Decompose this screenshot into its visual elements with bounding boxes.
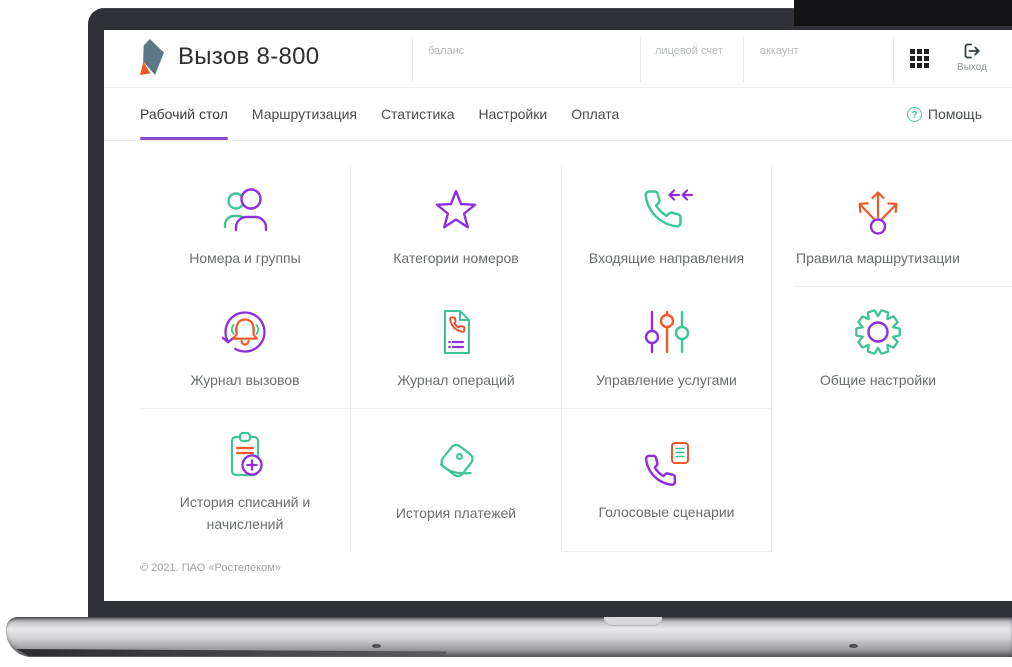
- tile-label: История списаний и начислений: [179, 493, 311, 532]
- tile-call-log[interactable]: Журнал вызовов: [140, 287, 351, 409]
- tile-operations-log[interactable]: Журнал операций: [351, 287, 562, 409]
- tile-label: Управление услугами: [596, 371, 737, 388]
- laptop-base: [6, 617, 1012, 657]
- incoming-call-icon: [643, 189, 693, 228]
- tile-label: Журнал вызовов: [190, 371, 300, 388]
- rostelecom-logo-icon: [140, 39, 166, 75]
- tile-label: Номера и группы: [189, 250, 301, 267]
- tile-routing-rules[interactable]: Правила маршрутизации: [772, 165, 1012, 287]
- routing-icon: [858, 191, 898, 235]
- header-divider: [893, 37, 894, 82]
- tile-general-settings[interactable]: Общие настройки: [772, 287, 1012, 409]
- brand[interactable]: Вызов 8-800: [140, 39, 319, 75]
- star-icon: [435, 189, 477, 229]
- dashboard-grid: Номера и группы Категории номеров Входящ…: [140, 165, 1012, 552]
- logout-button[interactable]: Выход: [948, 41, 996, 73]
- laptop-lid-notch: [604, 617, 662, 626]
- copyright: © 2021. ПАО «Ростелеком»: [140, 562, 281, 574]
- operations-log-icon: [444, 309, 470, 354]
- tile-incoming-directions[interactable]: Входящие направления: [562, 165, 772, 287]
- tab-desktop[interactable]: Рабочий стол: [140, 89, 228, 140]
- header-divider: [640, 37, 641, 82]
- header-divider: [743, 37, 744, 82]
- tile-charges-history[interactable]: История списаний и начислений: [140, 409, 351, 552]
- users-icon: [223, 188, 268, 232]
- tile-label: Входящие направления: [588, 250, 745, 267]
- header-divider: [412, 37, 413, 82]
- laptop-mockup: Вызов 8-800 баланс лицевой счет аккаунт: [0, 0, 1012, 667]
- sliders-icon: [644, 310, 689, 353]
- app-title: Вызов 8-800: [178, 43, 320, 70]
- clipboard-plus-icon: [230, 431, 263, 476]
- tab-statistics[interactable]: Статистика: [381, 89, 455, 139]
- tab-payment[interactable]: Оплата: [571, 89, 619, 139]
- tile-label: Журнал операций: [397, 371, 515, 388]
- question-icon: ?: [906, 106, 922, 122]
- tile-service-management[interactable]: Управление услугами: [562, 287, 772, 409]
- tab-routing[interactable]: Маршрутизация: [252, 89, 357, 139]
- gear-icon: [855, 309, 901, 356]
- help-link[interactable]: ? Помощь: [906, 88, 982, 140]
- tile-numbers-groups[interactable]: Номера и группы: [140, 165, 351, 287]
- empty-grid-cell: [772, 409, 1012, 552]
- tile-payments-history[interactable]: История платежей: [351, 409, 562, 552]
- apps-grid-icon[interactable]: [910, 49, 930, 69]
- account-field-label: аккаунт: [760, 45, 799, 57]
- account-number-field-label: лицевой счет: [655, 45, 723, 57]
- tile-label: Голосовые сценарии: [598, 504, 735, 521]
- laptop-foot: [372, 644, 381, 648]
- help-label: Помощь: [927, 106, 982, 122]
- tab-settings[interactable]: Настройки: [479, 89, 548, 139]
- main-navigation: Рабочий стол Маршрутизация Статистика На…: [104, 88, 1012, 141]
- balance-field-label: баланс: [428, 45, 465, 57]
- tile-label: Категории номеров: [393, 250, 519, 267]
- app-header: Вызов 8-800 баланс лицевой счет аккаунт: [104, 30, 1012, 88]
- laptop-foot: [849, 644, 858, 648]
- wallet-icon: [439, 443, 474, 477]
- laptop-base-underside: [16, 649, 446, 656]
- call-log-icon: [221, 311, 266, 353]
- logout-icon: [964, 43, 980, 59]
- tile-number-categories[interactable]: Категории номеров: [351, 165, 562, 287]
- tile-label: История платежей: [395, 504, 517, 521]
- tile-voice-scenarios[interactable]: Голосовые сценарии: [562, 409, 772, 552]
- tile-label: Правила маршрутизации: [796, 250, 960, 267]
- app-screen: Вызов 8-800 баланс лицевой счет аккаунт: [104, 30, 1012, 601]
- tile-label: Общие настройки: [819, 372, 937, 389]
- voice-script-icon: [644, 442, 689, 487]
- logout-label: Выход: [957, 62, 987, 73]
- laptop-lid-back: [794, 0, 1012, 26]
